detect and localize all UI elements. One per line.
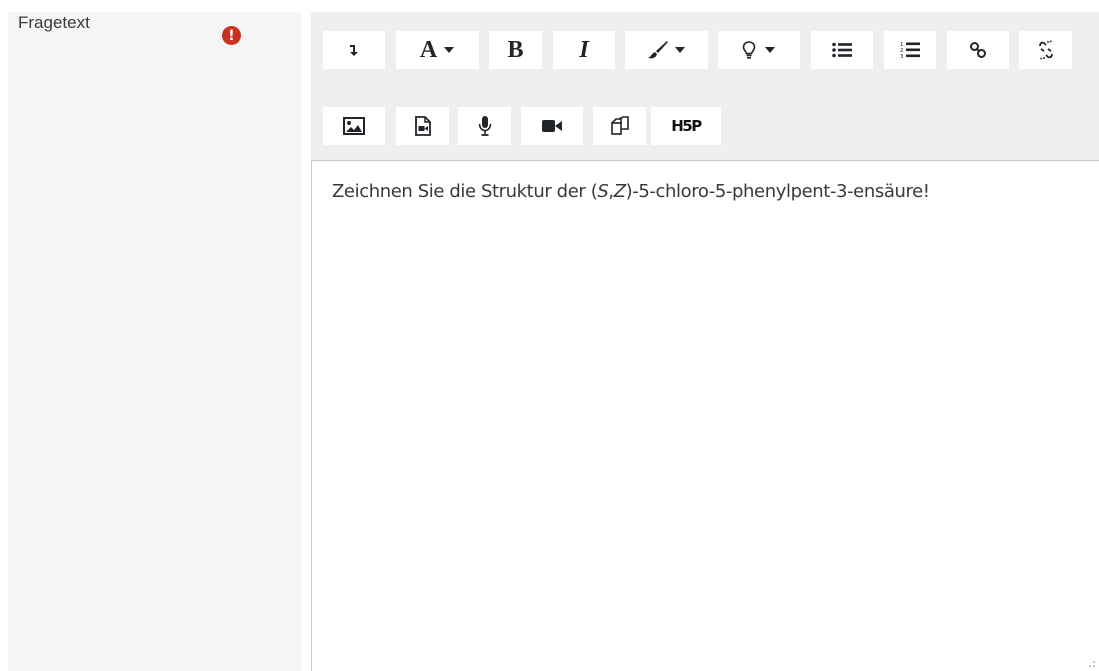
exclamation-circle-icon: !: [222, 26, 241, 45]
field-label-column: [8, 12, 301, 671]
editor-toolbar: A B I 1 2 3 H5P: [311, 12, 1099, 160]
video-camera-icon: [542, 120, 562, 132]
stereo-descriptor-s: S: [597, 181, 609, 202]
highlight-button[interactable]: [718, 31, 800, 69]
manage-files-button[interactable]: [593, 107, 646, 145]
question-text: Zeichnen Sie die Struktur der (S,Z)-5-ch…: [332, 181, 930, 202]
numbered-list-icon: 1 2 3: [900, 42, 920, 59]
font-size-button[interactable]: A: [396, 31, 479, 69]
insert-image-button[interactable]: [323, 107, 385, 145]
bold-icon: B: [507, 36, 524, 63]
caret-down-icon: [765, 47, 775, 53]
link-button[interactable]: [947, 31, 1009, 69]
font-size-icon: A: [419, 36, 438, 63]
record-video-button[interactable]: [521, 107, 583, 145]
microphone-icon: [478, 116, 491, 136]
unlink-button[interactable]: [1019, 31, 1072, 69]
link-icon: [970, 42, 986, 58]
insert-media-button[interactable]: [396, 107, 449, 145]
text-color-button[interactable]: [625, 31, 708, 69]
image-icon: [343, 117, 365, 135]
record-audio-button[interactable]: [458, 107, 511, 145]
paintbrush-icon: [648, 41, 668, 59]
file-media-icon: [414, 116, 431, 136]
caret-down-icon: [675, 47, 685, 53]
resize-handle-icon[interactable]: [1089, 661, 1095, 667]
bold-button[interactable]: B: [489, 31, 542, 69]
show-more-buttons-button[interactable]: [323, 31, 385, 69]
italic-icon: I: [579, 36, 589, 63]
lightbulb-icon: [742, 41, 756, 59]
italic-button[interactable]: I: [553, 31, 615, 69]
svg-text:3: 3: [900, 54, 904, 59]
ordered-list-button[interactable]: 1 2 3: [884, 31, 936, 69]
unlink-icon: [1038, 40, 1053, 60]
bullet-list-icon: [832, 42, 852, 58]
arrow-down-icon: [350, 45, 358, 56]
caret-down-icon: [444, 47, 455, 53]
field-label: Fragetext: [18, 13, 90, 32]
copy-files-icon: [610, 116, 629, 135]
stereo-descriptor-z: Z: [613, 181, 626, 202]
unordered-list-button[interactable]: [811, 31, 873, 69]
h5p-logo-icon: H5P: [671, 117, 702, 135]
h5p-button[interactable]: H5P: [651, 107, 721, 145]
editor-content-area[interactable]: Zeichnen Sie die Struktur der (S,Z)-5-ch…: [311, 160, 1099, 671]
rich-text-editor: A B I 1 2 3 H5P Zeichnen Sie die Struktu…: [311, 12, 1099, 671]
